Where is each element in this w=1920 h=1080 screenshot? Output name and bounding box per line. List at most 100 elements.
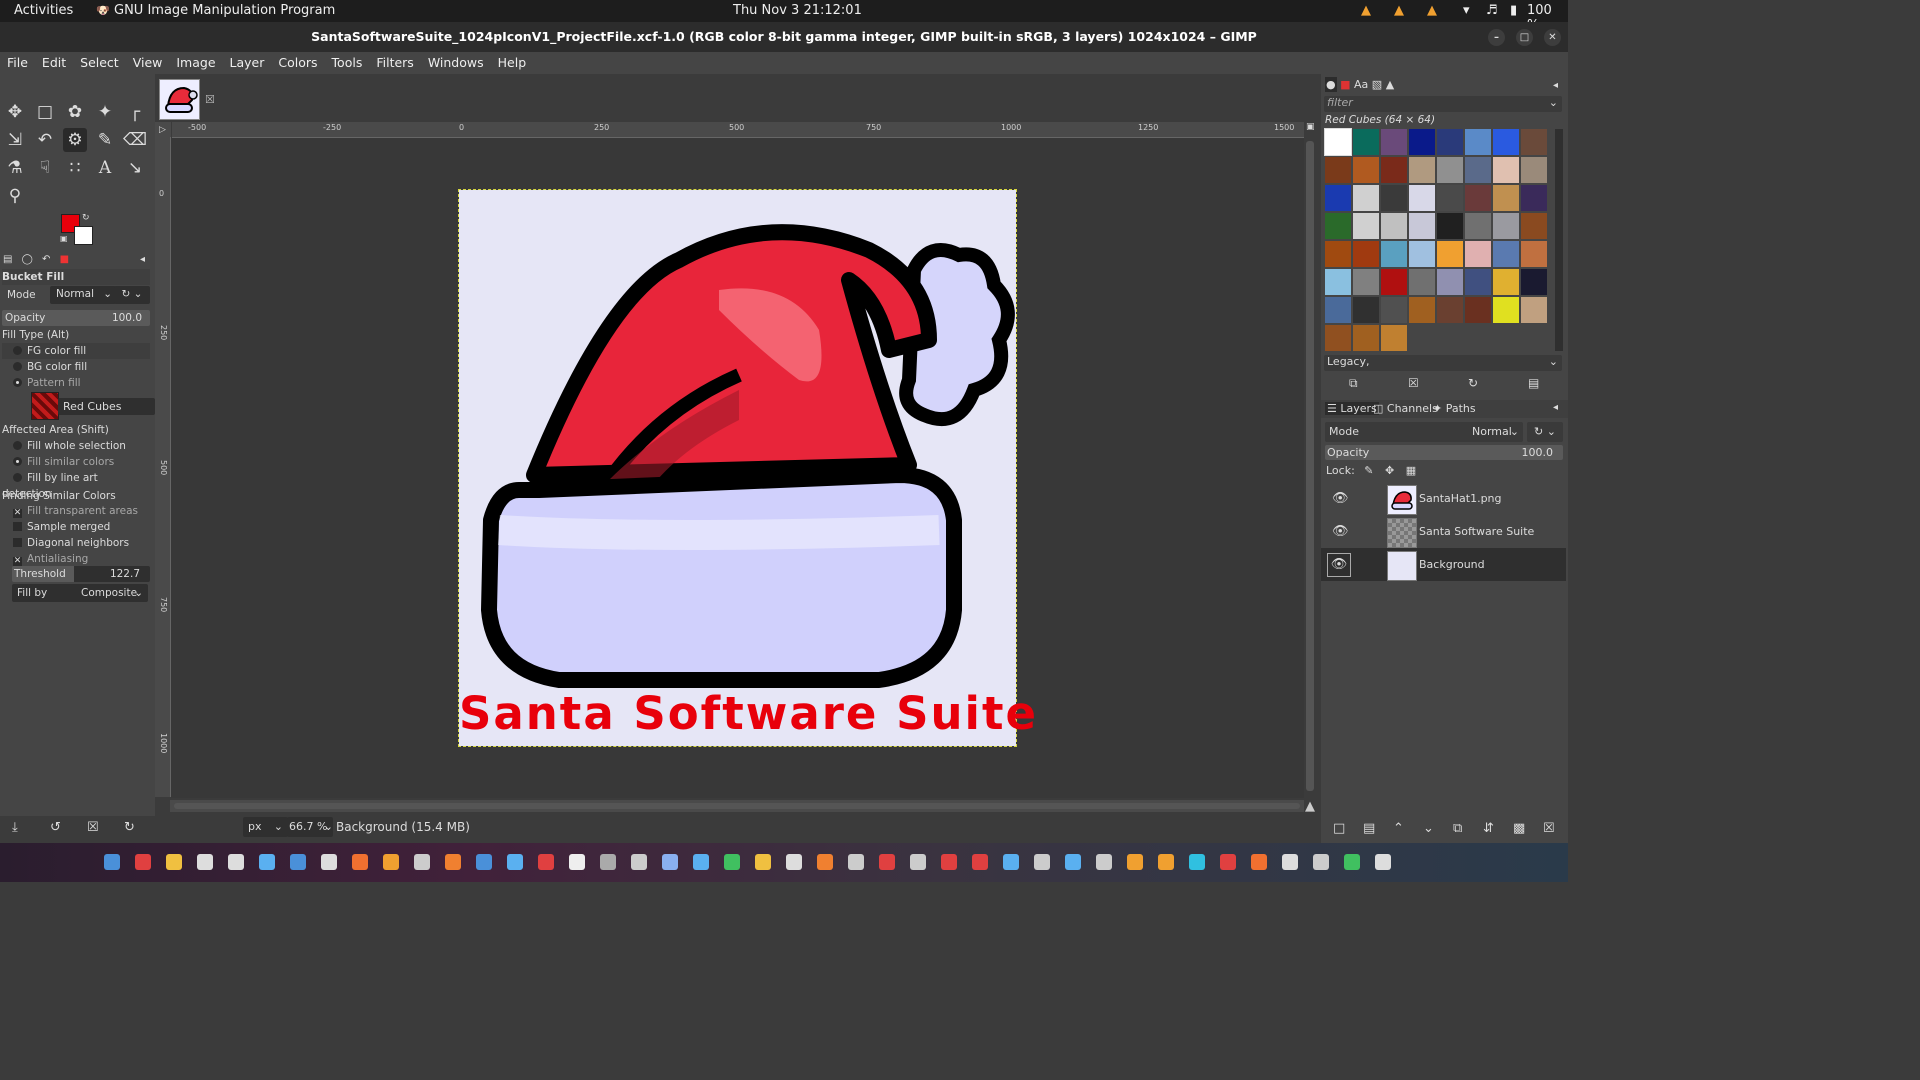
pattern-swatch[interactable] [1437, 269, 1463, 295]
fill-transparent-checkbox[interactable]: ✕ Fill transparent areas [2, 503, 150, 519]
taskbar-app-icon[interactable] [1282, 854, 1298, 870]
fuzzy-select-icon[interactable]: ✦ [93, 100, 117, 124]
menu-filters[interactable]: Filters [369, 52, 420, 74]
undo-history-tab-icon[interactable]: ↶ [42, 254, 50, 265]
default-colors-icon[interactable]: ▣ [60, 234, 68, 243]
pattern-swatch[interactable] [1521, 157, 1547, 183]
new-layer-group-icon[interactable]: ▤ [1363, 821, 1375, 836]
tool-options-tab-icon[interactable]: ▤ [3, 254, 12, 265]
layers-dock-menu-icon[interactable]: ◂ [1553, 402, 1558, 413]
zoom-icon[interactable]: ⚲ [3, 184, 27, 208]
pattern-name[interactable]: Red Cubes [58, 398, 155, 415]
document-history-tab-icon[interactable]: ▧ [1372, 78, 1382, 91]
pattern-swatch[interactable] [1325, 213, 1351, 239]
device-status-tab-icon[interactable]: ◯ [22, 254, 33, 265]
pattern-swatch[interactable] [1493, 297, 1519, 323]
navigate-icon[interactable]: ▲ [1305, 799, 1315, 814]
layer-mask-icon[interactable]: ▩ [1513, 821, 1525, 836]
taskbar-app-icon[interactable] [1313, 854, 1329, 870]
pattern-swatch[interactable] [1409, 241, 1435, 267]
pattern-swatch[interactable] [1465, 269, 1491, 295]
menu-edit[interactable]: Edit [35, 52, 73, 74]
pattern-swatch[interactable] [1381, 129, 1407, 155]
taskbar-app-icon[interactable] [1251, 854, 1267, 870]
lock-position-icon[interactable]: ✥ [1385, 464, 1394, 477]
opacity-slider[interactable]: Opacity 100.0 [2, 310, 150, 326]
vlc-tray-icon-2[interactable]: ▲ [1394, 3, 1404, 18]
taskbar-app-icon[interactable] [1065, 854, 1081, 870]
background-color-swatch[interactable] [74, 226, 93, 245]
taskbar-app-icon[interactable] [848, 854, 864, 870]
pattern-swatch[interactable] [1521, 297, 1547, 323]
pattern-fill-radio[interactable]: Pattern fill [2, 375, 150, 391]
rect-select-icon[interactable]: □ [33, 100, 57, 124]
pattern-swatch[interactable] [1409, 185, 1435, 211]
close-icon[interactable]: ✕ [1544, 29, 1561, 46]
pattern-swatch[interactable] [1381, 157, 1407, 183]
taskbar-app-icon[interactable] [724, 854, 740, 870]
pattern-swatch[interactable] [1353, 129, 1379, 155]
delete-layer-icon[interactable]: ☒ [1543, 821, 1555, 836]
taskbar-app-icon[interactable] [1034, 854, 1050, 870]
battery-icon[interactable]: ▮ [1510, 3, 1517, 18]
duplicate-layer-icon[interactable]: ⧉ [1453, 821, 1462, 836]
taskbar-app-icon[interactable] [1127, 854, 1143, 870]
reset-options-icon[interactable]: ↻ [124, 820, 135, 835]
pattern-swatch[interactable] [1381, 213, 1407, 239]
taskbar-app-icon[interactable] [631, 854, 647, 870]
pattern-swatch[interactable] [1521, 213, 1547, 239]
vlc-tray-icon-3[interactable]: ▲ [1427, 3, 1437, 18]
pattern-swatch[interactable] [1521, 129, 1547, 155]
pattern-scrollbar[interactable] [1555, 129, 1563, 351]
pattern-swatch[interactable] [1325, 185, 1351, 211]
menu-image[interactable]: Image [169, 52, 222, 74]
smudge-icon[interactable]: ☟ [33, 156, 57, 180]
lock-pixels-icon[interactable]: ✎ [1364, 464, 1373, 477]
lower-layer-icon[interactable]: ⌄ [1423, 821, 1434, 836]
taskbar-app-icon[interactable] [1003, 854, 1019, 870]
lock-alpha-icon[interactable]: ▦ [1406, 464, 1416, 477]
pattern-swatch[interactable] [1325, 241, 1351, 267]
tab-channels[interactable]: ◫ Channels [1373, 402, 1438, 415]
pattern-swatch[interactable] [1493, 157, 1519, 183]
pattern-swatch[interactable] [1465, 213, 1491, 239]
pattern-swatch[interactable] [1353, 213, 1379, 239]
pattern-swatch[interactable] [1465, 157, 1491, 183]
fill-by-select[interactable]: Fill by Composite ⌄ [12, 584, 148, 602]
taskbar-app-icon[interactable] [135, 854, 151, 870]
menu-colors[interactable]: Colors [271, 52, 324, 74]
taskbar-app-icon[interactable] [1375, 854, 1391, 870]
menu-file[interactable]: File [0, 52, 35, 74]
eraser-icon[interactable]: ⌫ [123, 128, 147, 152]
crop-icon[interactable]: ┌ [123, 100, 147, 124]
sample-merged-checkbox[interactable]: Sample merged [2, 519, 150, 535]
pattern-swatch[interactable] [1353, 325, 1379, 351]
gradient-tab-icon[interactable]: ▲ [1386, 78, 1394, 91]
warp-icon[interactable]: ↶ [33, 128, 57, 152]
horizontal-scroll-thumb[interactable] [174, 803, 1300, 809]
taskbar-app-icon[interactable] [1158, 854, 1174, 870]
pattern-swatch[interactable] [1465, 297, 1491, 323]
fill-whole-selection-radio[interactable]: Fill whole selection [2, 438, 150, 454]
taskbar-app-icon[interactable] [569, 854, 585, 870]
move-tool-icon[interactable]: ✥ [3, 100, 27, 124]
pattern-swatch[interactable] [1521, 241, 1547, 267]
taskbar-app-icon[interactable] [786, 854, 802, 870]
transform-icon[interactable]: ⇲ [3, 128, 27, 152]
pattern-swatch[interactable] [1493, 129, 1519, 155]
mode-select[interactable]: Normal ⌄ [50, 286, 116, 304]
brushes-tab-icon[interactable]: ● [1325, 77, 1337, 92]
bg-fill-radio[interactable]: BG color fill [2, 359, 150, 375]
pattern-swatch[interactable] [1493, 241, 1519, 267]
clock[interactable]: Thu Nov 3 21:12:01 [733, 3, 862, 18]
minimize-icon[interactable]: – [1488, 29, 1505, 46]
restore-options-icon[interactable]: ↺ [50, 820, 61, 835]
color-picker-icon[interactable]: ↘ [123, 156, 147, 180]
menu-view[interactable]: View [126, 52, 170, 74]
taskbar-app-icon[interactable] [755, 854, 771, 870]
taskbar-app-icon[interactable] [104, 854, 120, 870]
taskbar-app-icon[interactable] [321, 854, 337, 870]
pattern-swatch[interactable] [1381, 185, 1407, 211]
taskbar-app-icon[interactable] [476, 854, 492, 870]
layer-row[interactable]: 👁 SantaHat1.png [1321, 482, 1566, 515]
